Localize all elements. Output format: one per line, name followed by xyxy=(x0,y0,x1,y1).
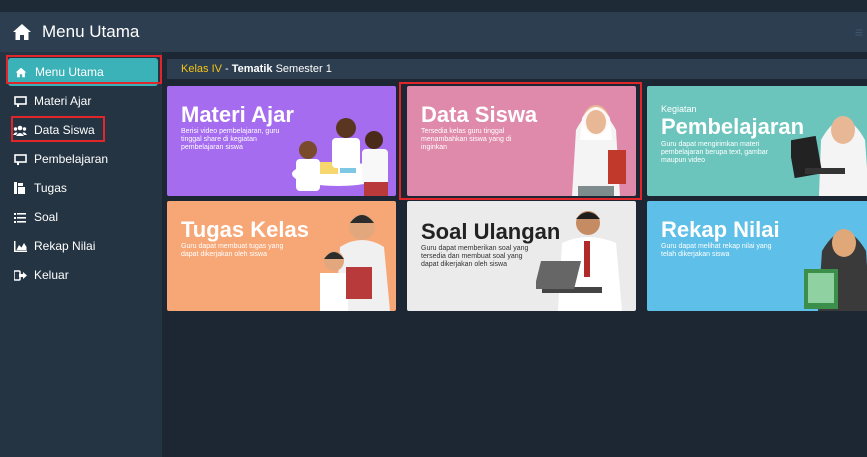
teacher-student-illustration xyxy=(320,214,390,311)
logout-icon xyxy=(12,268,28,282)
breadcrumb: Kelas IV - Tematik Semester 1 xyxy=(167,59,867,79)
breadcrumb-semester: Semester 1 xyxy=(272,63,332,75)
sidebar-item-rekap-nilai[interactable]: Rekap Nilai xyxy=(12,232,160,260)
app-title: Menu Utama xyxy=(42,22,140,41)
sidebar-item-label: Soal xyxy=(34,210,59,224)
card-materi-ajar[interactable]: Materi Ajar Berisi video pembelajaran, g… xyxy=(167,86,396,196)
breadcrumb-kelas: Kelas IV xyxy=(181,63,222,75)
main-content: Kelas IV - Tematik Semester 1 Materi Aja… xyxy=(162,52,867,457)
sidebar-item-soal[interactable]: Soal xyxy=(12,203,160,231)
hamburger-icon[interactable]: ≡ xyxy=(855,24,863,40)
highlight-menu-utama xyxy=(6,55,162,84)
sidebar-item-label: Rekap Nilai xyxy=(34,239,96,253)
easel-icon xyxy=(12,152,28,166)
sidebar-item-materi-ajar[interactable]: Materi Ajar xyxy=(12,87,160,115)
students-illustration xyxy=(292,118,388,196)
home-icon[interactable] xyxy=(12,23,32,41)
sidebar-item-label: Materi Ajar xyxy=(34,94,92,108)
card-pembelajaran[interactable]: Kegiatan Pembelajaran Guru dapat mengiri… xyxy=(647,86,867,196)
card-rekap-nilai[interactable]: Rekap Nilai Guru dapat melihat rekap nil… xyxy=(647,201,867,311)
card-soal-ulangan[interactable]: Soal Ulangan Guru dapat memberikan soal … xyxy=(407,201,636,311)
sidebar-item-label: Tugas xyxy=(34,181,67,195)
highlight-data-siswa xyxy=(11,116,105,142)
easel-icon xyxy=(12,94,28,108)
girl-book-illustration xyxy=(804,229,867,311)
sidebar-item-keluar[interactable]: Keluar xyxy=(12,261,160,289)
top-bar: Menu Utama ≡ xyxy=(0,12,867,52)
chart-icon xyxy=(12,239,28,253)
highlight-card-data-siswa xyxy=(399,82,642,200)
task-icon xyxy=(12,181,28,195)
sidebar-item-tugas[interactable]: Tugas xyxy=(12,174,160,202)
boy-laptop-illustration xyxy=(536,211,622,311)
sidebar-item-pembelajaran[interactable]: Pembelajaran xyxy=(12,145,160,173)
card-tugas-kelas[interactable]: Tugas Kelas Guru dapat membuat tugas yan… xyxy=(167,201,396,311)
sidebar-item-label: Keluar xyxy=(34,268,69,282)
breadcrumb-tema: Tematik xyxy=(231,63,273,75)
sidebar-item-label: Pembelajaran xyxy=(34,152,109,166)
list-icon xyxy=(12,210,28,224)
laptop-student-illustration xyxy=(791,116,867,196)
sidebar: Menu Utama Materi Ajar Data Siswa Pembel… xyxy=(0,52,162,457)
